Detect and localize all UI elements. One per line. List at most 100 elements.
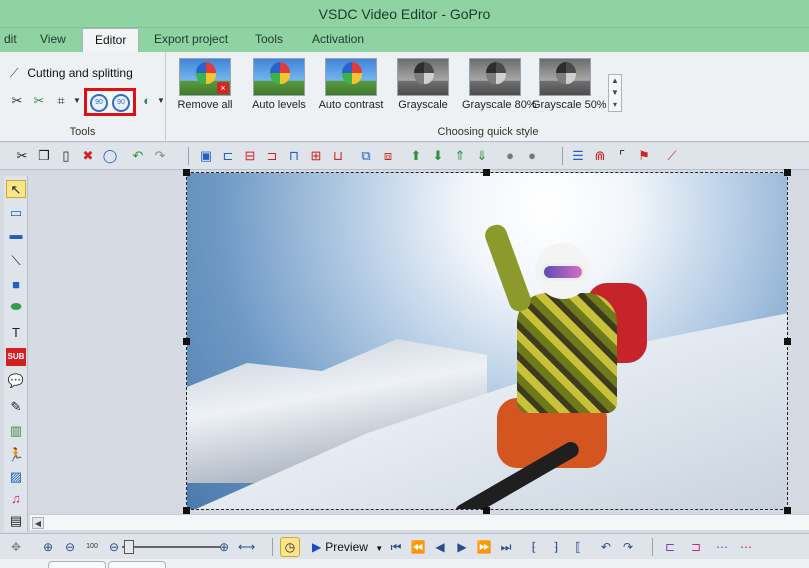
- resize-handle-n[interactable]: [483, 169, 490, 176]
- layer-object-icon[interactable]: ▬: [6, 226, 26, 244]
- resize-handle-ne[interactable]: [784, 169, 791, 176]
- zoom-slider-track[interactable]: [122, 546, 220, 548]
- speech-bubble-icon[interactable]: 💬: [6, 372, 26, 390]
- tab-view[interactable]: View: [36, 32, 70, 46]
- select-all-icon[interactable]: ◯: [102, 148, 118, 164]
- previous-frame-icon[interactable]: ⏪: [410, 539, 426, 555]
- list-icon[interactable]: ☰: [570, 148, 586, 164]
- redo-cut-icon[interactable]: ↷: [620, 539, 636, 555]
- scissors-icon[interactable]: ✂: [8, 92, 26, 110]
- resize-handle-e[interactable]: [784, 338, 791, 345]
- resize-handle-s[interactable]: [483, 507, 490, 514]
- sprite-icon[interactable]: 🏃: [6, 446, 26, 464]
- marker-add-icon[interactable]: ⊏: [662, 539, 678, 555]
- brush-icon[interactable]: ⟋: [664, 148, 680, 164]
- tab-export-project[interactable]: Export project: [150, 32, 232, 46]
- layer-alt-icon[interactable]: ●: [524, 148, 540, 164]
- stabilize-dropdown-icon[interactable]: ▼: [152, 92, 170, 110]
- go-to-end-icon[interactable]: ⏭: [498, 539, 514, 555]
- same-height-icon[interactable]: ⧈: [380, 148, 396, 164]
- tab-activation[interactable]: Activation: [308, 32, 368, 46]
- document-tab[interactable]: [48, 561, 106, 568]
- cut-icon[interactable]: ✂: [14, 148, 30, 164]
- magnet-icon[interactable]: ⋒: [592, 148, 608, 164]
- marker-icon[interactable]: ⚑: [636, 148, 652, 164]
- rotate-left-90-icon[interactable]: 90: [90, 94, 108, 112]
- pointer-icon[interactable]: ↖: [6, 180, 26, 198]
- clock-icon[interactable]: ◷: [280, 537, 300, 557]
- align-center-icon[interactable]: ⊟: [242, 148, 258, 164]
- audio-icon[interactable]: ♫: [6, 490, 26, 508]
- layer-icon[interactable]: ●: [502, 148, 518, 164]
- paste-icon[interactable]: ▯: [58, 148, 74, 164]
- marker-next-icon[interactable]: ⋯: [738, 539, 754, 555]
- subtitles-icon[interactable]: SUB: [6, 348, 26, 366]
- resize-handle-w[interactable]: [183, 338, 190, 345]
- go-to-start-icon[interactable]: ⏮: [388, 539, 404, 555]
- style-grayscale-80[interactable]: Grayscale 80%: [462, 56, 537, 114]
- same-width-icon[interactable]: ⧉: [358, 148, 374, 164]
- style-remove-all[interactable]: × Remove all: [172, 56, 238, 114]
- rotate-right-90-icon[interactable]: 90: [112, 94, 130, 112]
- resize-handle-nw[interactable]: [183, 169, 190, 176]
- align-bottom-icon[interactable]: ⊔: [330, 148, 346, 164]
- next-frame-icon[interactable]: ⏩: [476, 539, 492, 555]
- chart-icon[interactable]: ▥: [6, 422, 26, 440]
- zoom-slider-thumb[interactable]: [124, 540, 134, 554]
- undo-cut-icon[interactable]: ↶: [598, 539, 614, 555]
- tab-edit[interactable]: dit: [0, 32, 21, 46]
- marker-remove-icon[interactable]: ⊐: [688, 539, 704, 555]
- align-left-icon[interactable]: ⊏: [220, 148, 236, 164]
- scroll-left-icon[interactable]: ◀: [32, 517, 44, 529]
- scene-canvas[interactable]: [30, 169, 809, 514]
- resize-handle-se[interactable]: [784, 507, 791, 514]
- image-icon[interactable]: ▨: [6, 468, 26, 486]
- group-icon[interactable]: ▣: [198, 148, 214, 164]
- video-object-icon[interactable]: ▭: [6, 204, 26, 222]
- undo-icon[interactable]: ↶: [130, 148, 146, 164]
- bring-forward-icon[interactable]: ⬆: [408, 148, 424, 164]
- horizontal-scrollbar[interactable]: ◀: [30, 514, 809, 530]
- grid-icon[interactable]: ⌜: [614, 148, 630, 164]
- resize-handle-sw[interactable]: [183, 507, 190, 514]
- line-icon[interactable]: ⟍: [6, 252, 26, 270]
- send-to-back-icon[interactable]: ⇓: [474, 148, 490, 164]
- rectangle-icon[interactable]: ■: [6, 276, 26, 294]
- cutting-splitting-button[interactable]: ⟋ Cutting and splitting: [10, 66, 133, 81]
- mark-out-icon[interactable]: ⟦: [570, 539, 586, 555]
- tab-editor[interactable]: Editor: [82, 28, 140, 53]
- align-middle-icon[interactable]: ⊞: [308, 148, 324, 164]
- quick-style-scroller[interactable]: ▲ ▼ ▾: [608, 74, 622, 112]
- zoom-plus-icon[interactable]: ⊕: [216, 539, 232, 555]
- redo-icon[interactable]: ↷: [152, 148, 168, 164]
- bring-to-front-icon[interactable]: ⇑: [452, 148, 468, 164]
- move-icon[interactable]: ✥: [8, 539, 24, 555]
- align-top-icon[interactable]: ⊓: [286, 148, 302, 164]
- marker-prev-icon[interactable]: ⋯: [714, 539, 730, 555]
- zoom-100-icon[interactable]: 100: [84, 539, 100, 555]
- zoom-minus-icon[interactable]: ⊖: [106, 539, 122, 555]
- step-forward-icon[interactable]: ▶: [454, 539, 470, 555]
- delete-icon[interactable]: ✖: [80, 148, 96, 164]
- copy-icon[interactable]: ❐: [36, 148, 52, 164]
- text-icon[interactable]: T: [6, 324, 26, 342]
- style-auto-contrast[interactable]: Auto contrast: [318, 56, 384, 114]
- free-text-icon[interactable]: ✎: [6, 398, 26, 416]
- document-tab[interactable]: [108, 561, 166, 568]
- tab-tools[interactable]: Tools: [251, 32, 287, 46]
- mark-range-icon[interactable]: ⁆: [548, 539, 564, 555]
- video-icon[interactable]: ▤: [6, 512, 26, 530]
- zoom-out-icon[interactable]: ⊖: [62, 539, 78, 555]
- style-auto-levels[interactable]: Auto levels: [246, 56, 312, 114]
- align-right-icon[interactable]: ⊐: [264, 148, 280, 164]
- zoom-in-icon[interactable]: ⊕: [40, 539, 56, 555]
- fit-icon[interactable]: ⟷: [238, 539, 255, 555]
- ellipse-icon[interactable]: ⬬: [6, 298, 26, 316]
- style-grayscale-50[interactable]: Grayscale 50%: [532, 56, 607, 114]
- step-back-icon[interactable]: ◀: [432, 539, 448, 555]
- send-backward-icon[interactable]: ⬇: [430, 148, 446, 164]
- preview-button[interactable]: ▶ Preview ▼: [312, 540, 383, 554]
- mark-in-icon[interactable]: ⁅: [526, 539, 542, 555]
- video-frame[interactable]: [186, 172, 788, 510]
- split-icon[interactable]: ✂: [30, 92, 48, 110]
